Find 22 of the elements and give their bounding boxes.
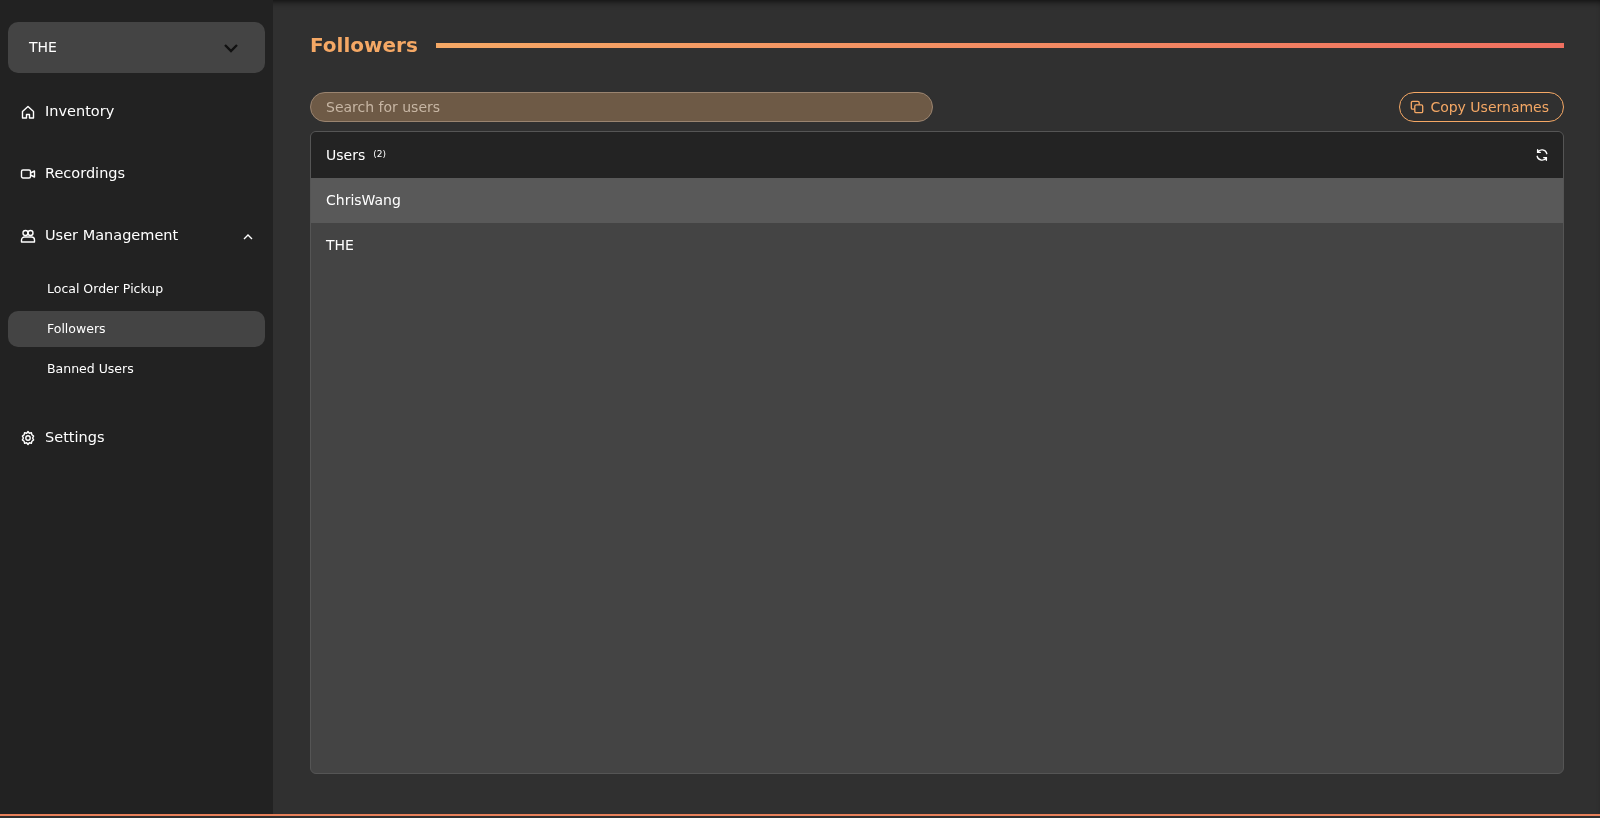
nav-item[interactable]: Inventory bbox=[8, 81, 265, 143]
account-dropdown[interactable]: THE bbox=[8, 22, 265, 73]
nav-item[interactable]: Settings bbox=[8, 407, 265, 469]
user-count: (2) bbox=[373, 148, 386, 162]
search-field[interactable]: Search for users bbox=[310, 92, 933, 122]
users-title: Users bbox=[326, 145, 366, 165]
home-icon bbox=[20, 104, 36, 120]
users-icon bbox=[20, 228, 36, 244]
nav-subitem[interactable]: Followers bbox=[8, 311, 265, 347]
nav-item[interactable]: Recordings bbox=[8, 143, 265, 205]
nav-subitem[interactable]: Local Order Pickup bbox=[8, 271, 265, 307]
user-row[interactable]: THE bbox=[311, 223, 1563, 268]
nav-item[interactable]: User Management bbox=[8, 205, 265, 267]
video-camera-icon bbox=[20, 166, 36, 182]
page-title: Followers bbox=[310, 32, 418, 59]
user-row[interactable]: ChrisWang bbox=[311, 178, 1563, 223]
chevron-icon bbox=[223, 42, 239, 53]
copy-icon bbox=[1410, 100, 1425, 114]
chevron-icon bbox=[243, 232, 253, 240]
nav-subitem[interactable]: Banned Users bbox=[8, 351, 265, 387]
settings-icon bbox=[20, 430, 36, 446]
refresh-icon[interactable] bbox=[1535, 148, 1549, 162]
